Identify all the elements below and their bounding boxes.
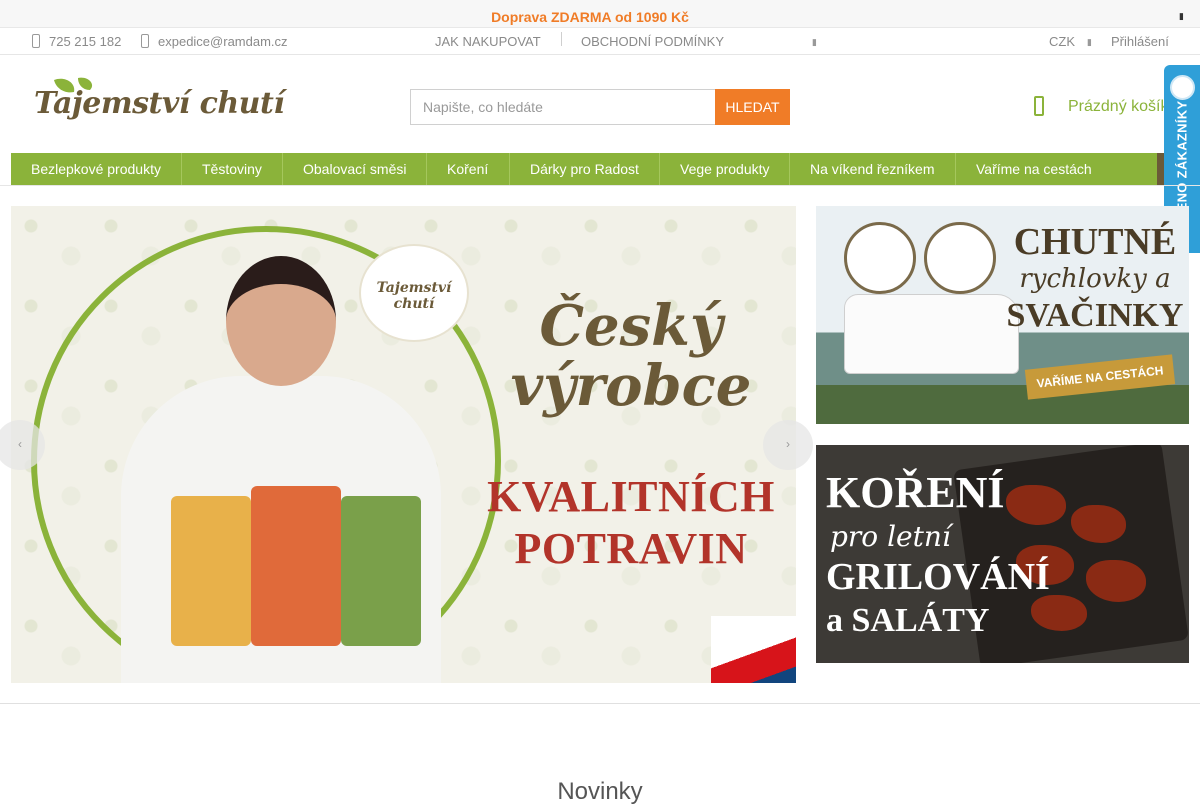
slider-next-button[interactable]: › <box>763 420 813 470</box>
email-icon <box>141 34 149 48</box>
banner-grill-spices[interactable]: KOŘENÍ pro letní GRILOVÁNÍ a SALÁTY <box>816 445 1189 663</box>
top-info-bar: 725 215 182 expedice@ramdam.cz JAK NAKUP… <box>0 28 1200 55</box>
hero-slider[interactable]: Tajemství chutí Český výrobce KVALITNÍCH… <box>11 206 796 683</box>
email-contact[interactable]: expedice@ramdam.cz <box>141 34 288 49</box>
nav-item-travel-cooking[interactable]: Vaříme na cestách <box>976 153 1092 185</box>
login-link[interactable]: Přihlášení <box>1111 34 1169 49</box>
banner1-line2: rychlovky a <box>1019 264 1171 294</box>
cart-icon <box>1034 96 1044 116</box>
search-input[interactable] <box>410 89 716 125</box>
pasta-pack-yellow <box>171 496 251 646</box>
nav-divider <box>426 153 427 185</box>
currency-selector[interactable]: CZK <box>1049 34 1075 49</box>
nav-divider <box>181 153 182 185</box>
main-nav: Bezlepkové produkty Těstoviny Obalovací … <box>11 153 1164 185</box>
nav-divider <box>509 153 510 185</box>
banner1-line1: CHUTNÉ <box>1013 221 1177 263</box>
nav-item-gifts[interactable]: Dárky pro Radost <box>530 153 639 185</box>
banner2-line4: a SALÁTY <box>826 602 990 639</box>
chevron-right-icon: › <box>786 437 790 451</box>
nav-item-butcher[interactable]: Na víkend řezníkem <box>810 153 935 185</box>
nav-item-vegan[interactable]: Vege produkty <box>680 153 770 185</box>
banner2-line2: pro letní <box>830 520 951 553</box>
hero-subheadline: KVALITNÍCH POTRAVIN <box>487 472 775 573</box>
nav-item-gluten-free[interactable]: Bezlepkové produkty <box>31 153 161 185</box>
hero-headline: Český výrobce <box>510 293 752 419</box>
search-button[interactable]: HLEDAT <box>715 89 790 125</box>
promo-text: Doprava ZDARMA od 1090 Kč <box>491 9 689 25</box>
banner1-ribbon: VAŘÍME NA CESTÁCH <box>1024 354 1176 400</box>
phone-icon <box>32 34 40 48</box>
camper-van-image <box>844 294 1019 374</box>
more-icon[interactable]: ▮ <box>812 37 817 48</box>
nav-divider <box>955 153 956 185</box>
badge-seal-icon <box>1170 75 1195 100</box>
site-logo[interactable]: Tajemství chutí <box>34 74 285 136</box>
section-title-news: Novinky <box>557 778 643 805</box>
close-icon[interactable]: ▮ <box>1179 11 1184 22</box>
banner2-line1: KOŘENÍ <box>826 468 1005 517</box>
pasta-pack-orange <box>251 486 341 646</box>
nav-end-tab[interactable] <box>1157 153 1164 185</box>
pasta-pack-green <box>341 496 421 646</box>
banner-travel-snacks[interactable]: CHUTNÉ rychlovky a SVAČINKY VAŘÍME NA CE… <box>816 206 1189 424</box>
nav-divider <box>659 153 660 185</box>
banner1-line3: SVAČINKY <box>1006 297 1184 334</box>
cup-icon <box>844 222 916 294</box>
link-how-to-buy[interactable]: JAK NAKUPOVAT <box>435 34 541 49</box>
search-form: HLEDAT <box>410 89 790 125</box>
hero-emblem: Tajemství chutí <box>361 246 467 340</box>
cart-label: Prázdný košík <box>1068 98 1169 115</box>
pot-icon <box>924 222 996 294</box>
nav-underline <box>0 185 1200 186</box>
logo-text: Tajemství chutí <box>34 86 285 121</box>
banner2-line3: GRILOVÁNÍ <box>826 556 1050 598</box>
topbar-divider <box>561 32 562 46</box>
phone-contact[interactable]: 725 215 182 <box>32 34 121 49</box>
content-divider <box>0 703 1200 704</box>
nav-divider <box>789 153 790 185</box>
hero-emblem-text: Tajemství chutí <box>376 280 452 312</box>
phone-number: 725 215 182 <box>49 34 122 49</box>
nav-item-spices[interactable]: Koření <box>447 153 488 185</box>
promo-bar: Doprava ZDARMA od 1090 Kč ▮ <box>0 0 1200 28</box>
hero-person-head <box>226 256 336 386</box>
email-address: expedice@ramdam.cz <box>158 34 288 49</box>
link-terms[interactable]: OBCHODNÍ PODMÍNKY <box>581 34 724 49</box>
czech-flag-image <box>711 616 796 683</box>
user-icon: ▮ <box>1087 37 1092 47</box>
nav-item-pasta[interactable]: Těstoviny <box>202 153 262 185</box>
nav-divider <box>282 153 283 185</box>
nav-item-coating-mixes[interactable]: Obalovací směsi <box>303 153 406 185</box>
chevron-left-icon: ‹ <box>18 437 22 451</box>
